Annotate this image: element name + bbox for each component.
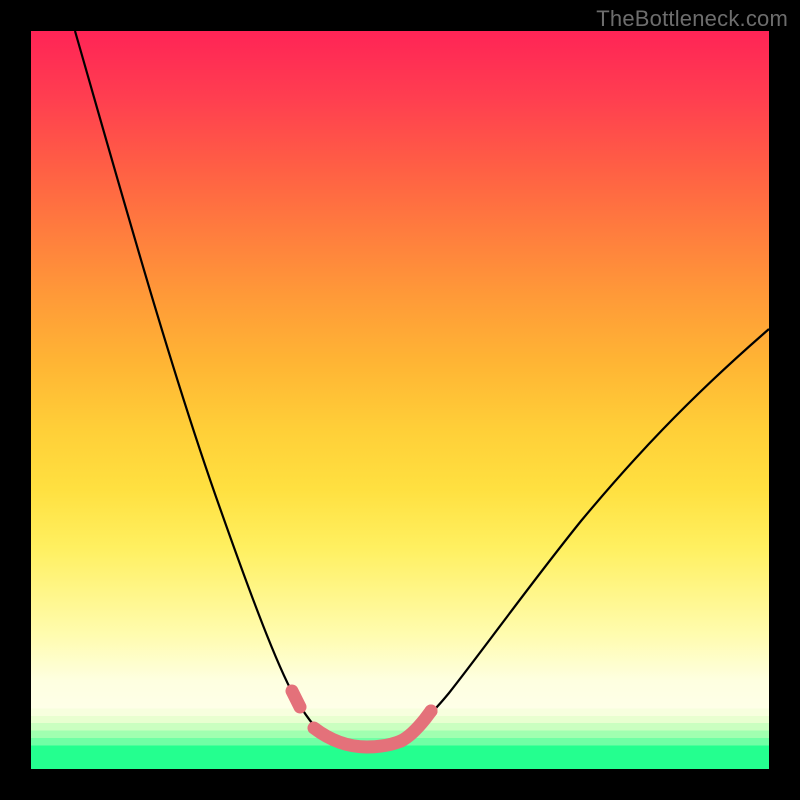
highlight-left-tick <box>292 691 300 707</box>
plot-area <box>31 31 769 769</box>
curve-left <box>75 31 331 740</box>
curves-svg <box>31 31 769 769</box>
outer-frame: TheBottleneck.com <box>0 0 800 800</box>
watermark-text: TheBottleneck.com <box>596 6 788 32</box>
highlight-right-dot <box>425 705 438 718</box>
highlight-bottom <box>314 728 401 747</box>
curve-right <box>389 329 769 743</box>
